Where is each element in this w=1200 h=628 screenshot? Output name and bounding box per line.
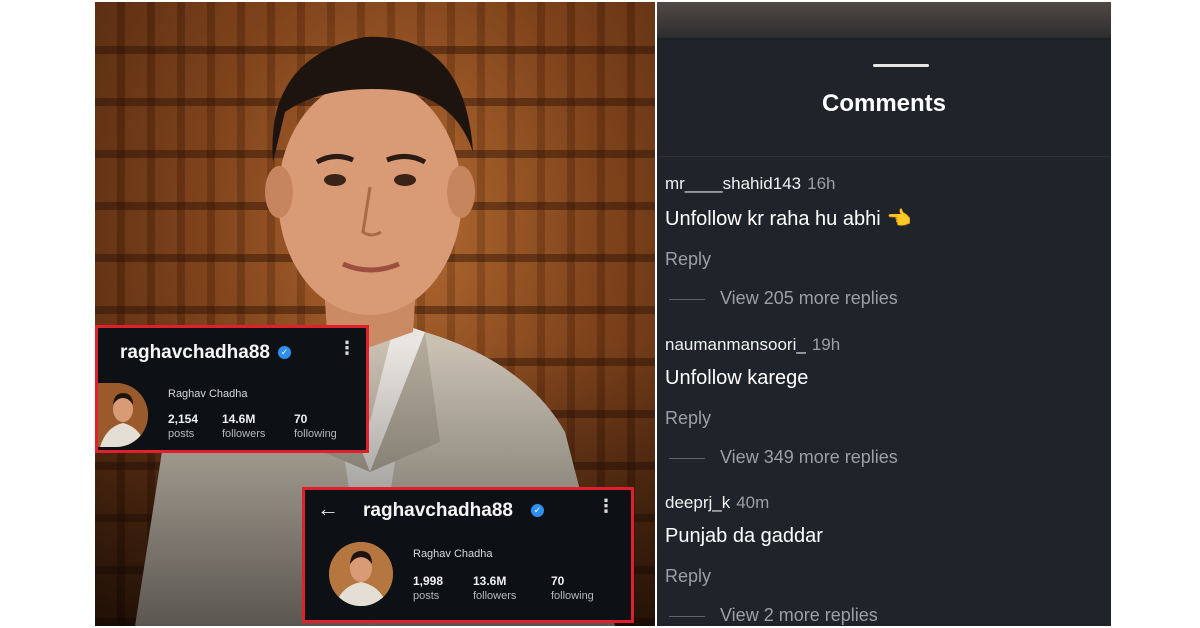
stat-following[interactable]: 70 following — [294, 412, 337, 440]
comments-sheet: Comments mr____shahid143 16h Unfollow kr … — [657, 2, 1111, 626]
profile-display-name: Raghav Chadha — [168, 388, 248, 400]
stat-followers[interactable]: 14.6M followers — [222, 412, 265, 440]
view-replies-label[interactable]: View 349 more replies — [720, 447, 898, 468]
drag-handle[interactable] — [873, 64, 929, 67]
comment-text: Unfollow kr raha hu abhi — [665, 208, 881, 230]
comment-item: mr____shahid143 16h Unfollow kr raha hu a… — [665, 174, 1105, 310]
profile-avatar[interactable] — [98, 383, 148, 447]
profile-username[interactable]: raghavchadha88 — [120, 342, 270, 364]
verified-badge-icon: ✓ — [531, 504, 544, 517]
view-replies-button[interactable]: View 349 more replies — [665, 447, 1105, 469]
kebab-menu-icon[interactable]: ⋮ — [338, 338, 356, 359]
stat-followers[interactable]: 13.6M followers — [473, 574, 516, 602]
view-replies-label[interactable]: View 205 more replies — [720, 288, 898, 309]
view-replies-button[interactable]: View 205 more replies — [665, 288, 1105, 310]
comment-text: Unfollow karege — [665, 367, 809, 389]
thread-line — [669, 616, 705, 617]
stat-posts[interactable]: 1,998 posts — [413, 574, 443, 602]
profile-avatar[interactable] — [329, 542, 393, 606]
instagram-profile-card-after: ← raghavchadha88 ✓ ⋮ Raghav Chadha 1,998… — [302, 487, 634, 623]
thread-line — [669, 458, 705, 459]
thread-line — [669, 299, 705, 300]
verified-badge-icon: ✓ — [278, 346, 291, 359]
back-arrow-icon[interactable]: ← — [317, 496, 339, 522]
comment-username[interactable]: mr____shahid143 — [665, 174, 801, 193]
stat-following[interactable]: 70 following — [551, 574, 594, 602]
reply-button[interactable]: Reply — [665, 249, 1105, 270]
kebab-menu-icon[interactable]: ⋮ — [597, 496, 615, 517]
profile-display-name: Raghav Chadha — [413, 548, 493, 560]
comment-timestamp: 19h — [811, 335, 841, 354]
pointing-hand-emoji: 👈 — [886, 208, 912, 230]
background-strip — [657, 2, 1111, 38]
comment-timestamp: 16h — [807, 174, 836, 193]
comment-item: deeprj_k 40m Punjab da gaddar Reply View … — [665, 493, 1105, 626]
view-replies-button[interactable]: View 2 more replies — [665, 605, 1105, 626]
reply-button[interactable]: Reply — [665, 566, 1105, 587]
view-replies-label[interactable]: View 2 more replies — [720, 605, 878, 626]
stat-posts[interactable]: 2,154 posts — [168, 412, 198, 440]
comment-username[interactable]: deeprj_k — [665, 493, 730, 512]
comments-title: Comments — [821, 90, 947, 117]
profile-username[interactable]: raghavchadha88 — [363, 500, 513, 522]
instagram-profile-card-before: raghavchadha88 ✓ ⋮ Raghav Chadha 2,154 p… — [95, 325, 369, 453]
reply-button[interactable]: Reply — [665, 408, 1105, 429]
comment-username[interactable]: naumanmansoori_ — [665, 335, 806, 354]
divider — [657, 156, 1111, 157]
comment-item: naumanmansoori_ 19h Unfollow karege Reply… — [665, 335, 1105, 469]
comment-timestamp: 40m — [736, 493, 770, 512]
comment-text: Punjab da gaddar — [665, 525, 823, 547]
